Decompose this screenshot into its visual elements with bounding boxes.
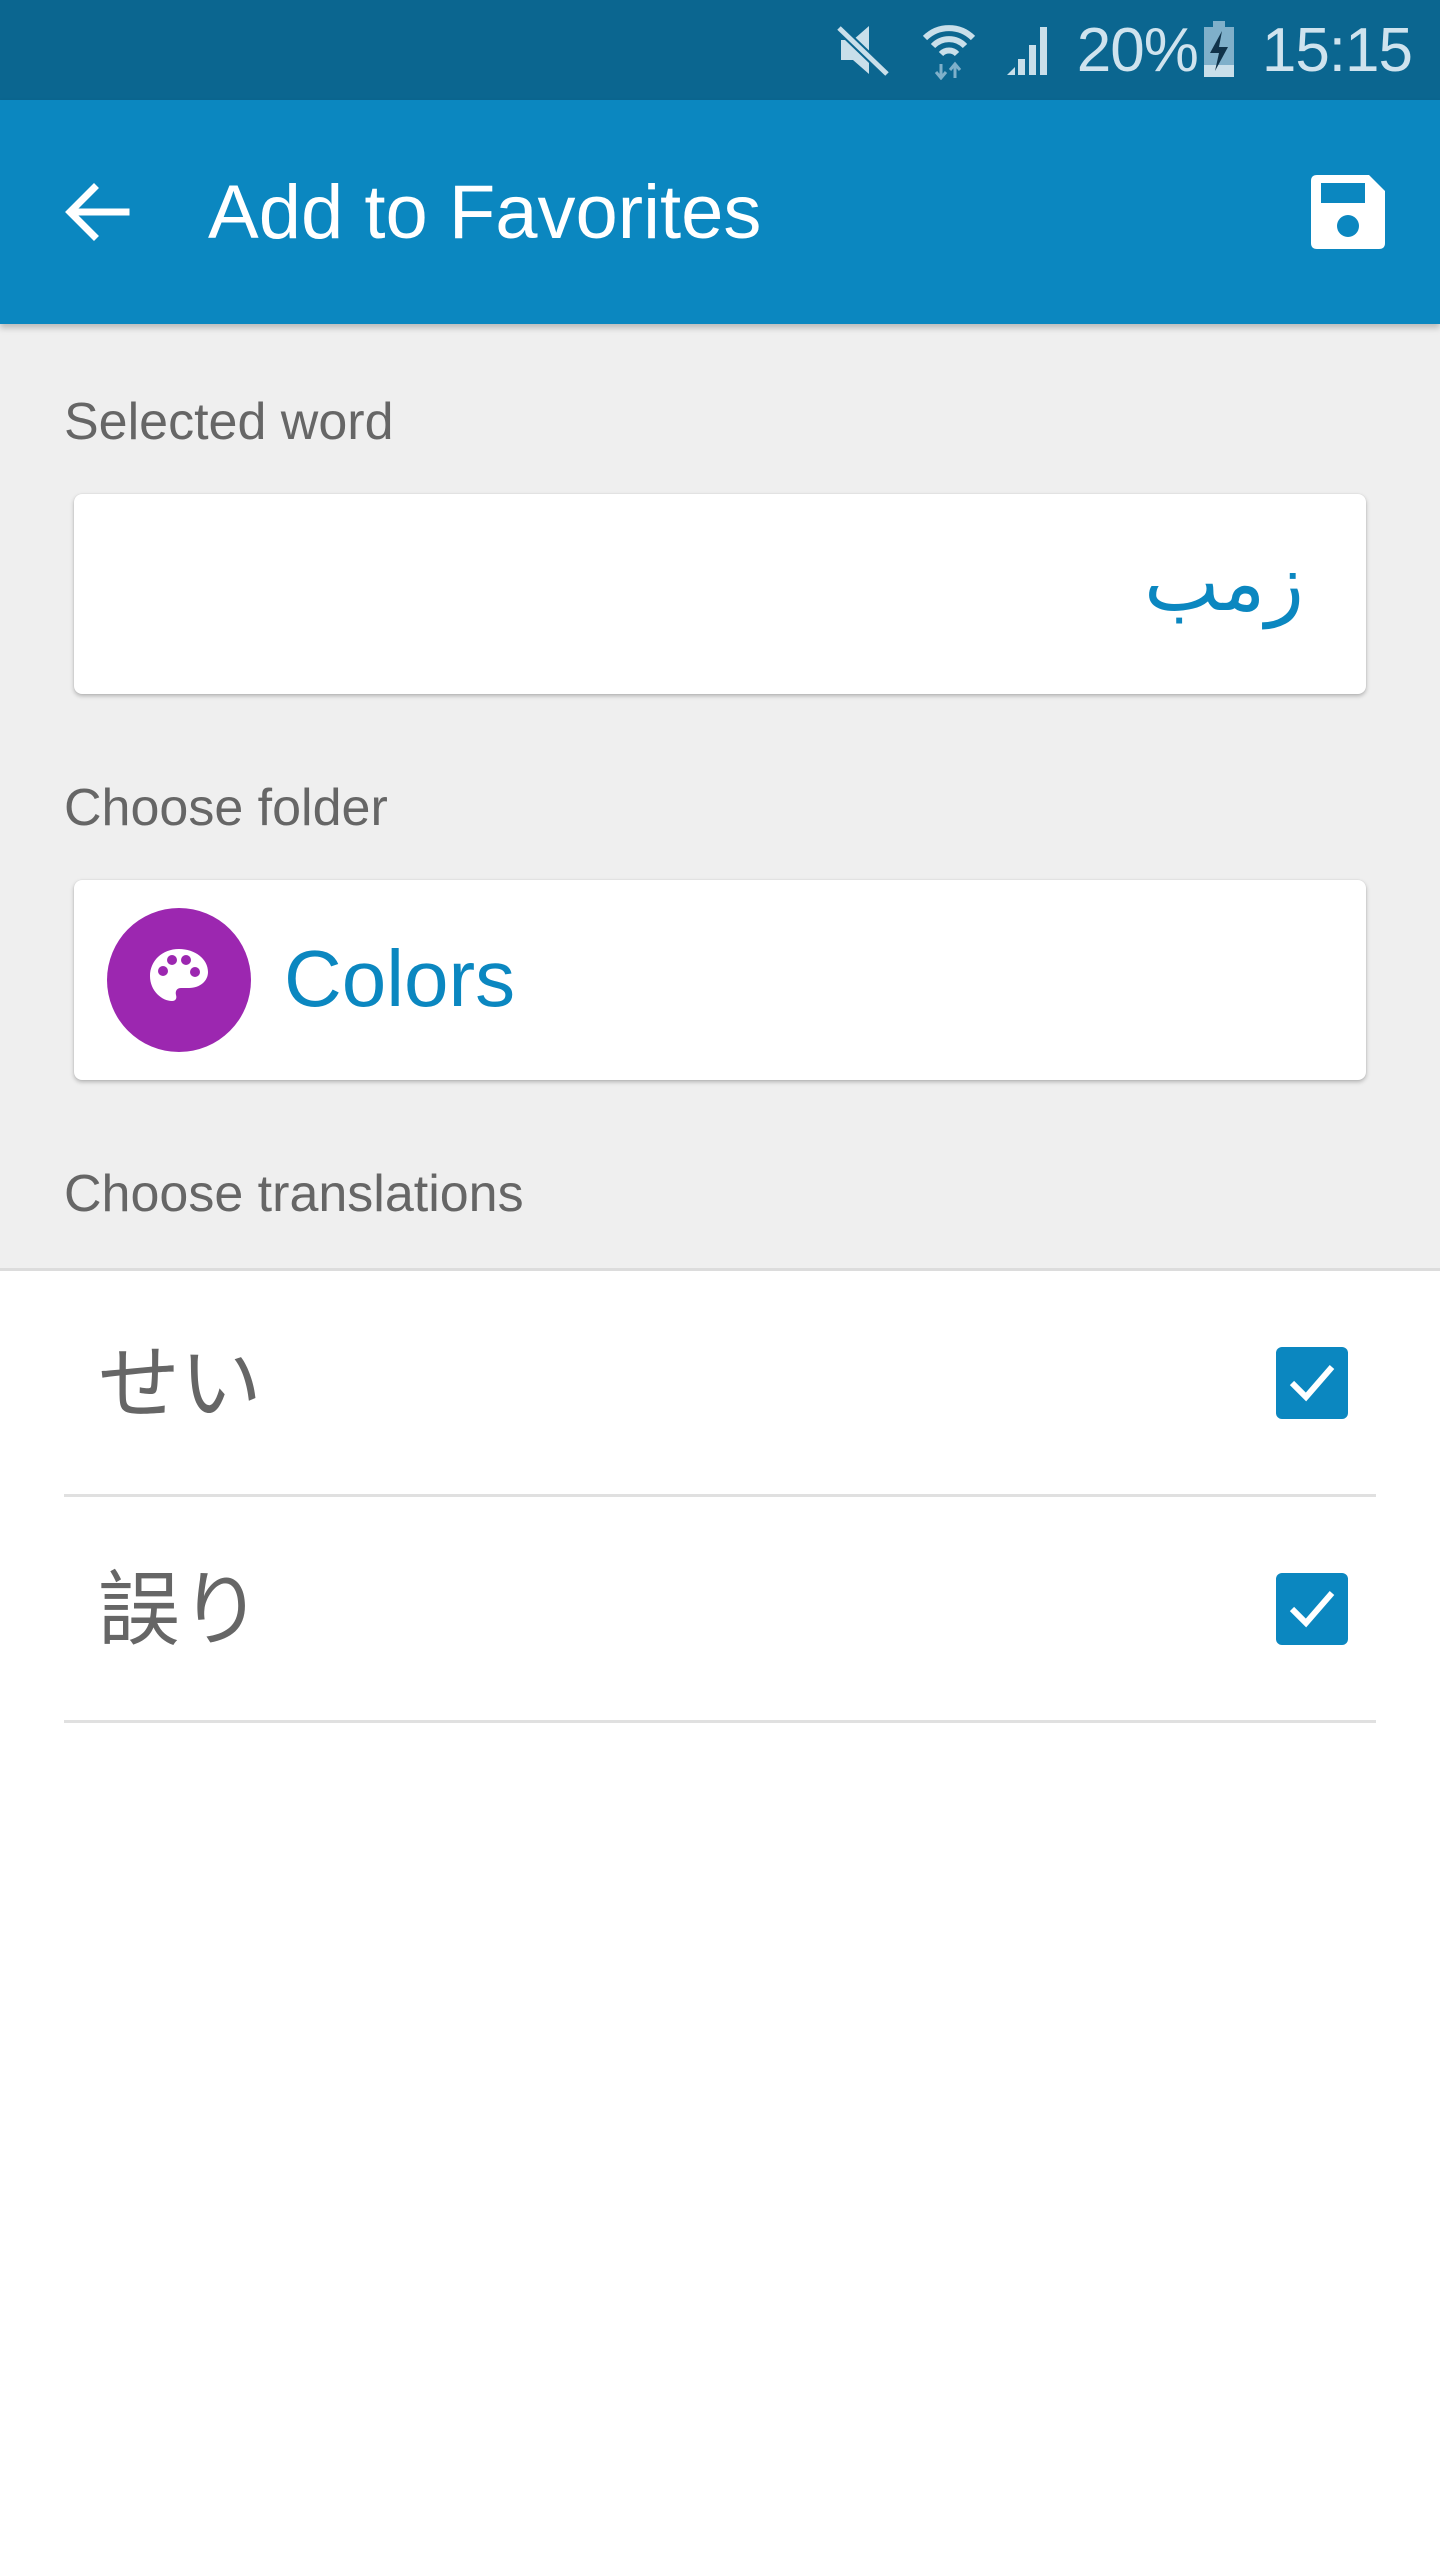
floppy-disk-icon [1311,174,1385,254]
save-button[interactable] [1306,172,1390,256]
checkmark-icon [1289,1591,1335,1628]
status-bar: 20% 15:15 [0,0,1440,100]
page-title: Add to Favorites [208,170,762,255]
translation-checkbox[interactable] [1276,1573,1348,1645]
translation-text: 誤り [98,1563,263,1658]
clock: 15:15 [1261,15,1413,85]
folder-selector[interactable]: Colors [74,880,1366,1080]
wifi-icon [921,20,977,80]
form-area: Selected word زمب Choose folder Colors C… [0,324,1440,1270]
palette-icon [146,945,212,1016]
arrow-left-icon [62,180,130,249]
app-bar: Add to Favorites [0,100,1440,324]
translation-row[interactable]: 誤り [64,1497,1376,1723]
checkmark-icon [1289,1365,1335,1402]
selected-word-value: زمب [1143,536,1304,629]
signal-icon [1005,23,1051,77]
back-button[interactable] [54,172,138,256]
translation-row[interactable]: せい [64,1271,1376,1497]
translations-list: せい 誤り [0,1271,1440,1723]
translation-checkbox[interactable] [1276,1347,1348,1419]
translation-text: せい [98,1337,263,1432]
selected-word-field[interactable]: زمب [74,494,1366,694]
mute-icon [835,22,893,78]
choose-folder-label: Choose folder [64,779,388,837]
battery-percent: 20% [1076,15,1199,85]
folder-name: Colors [284,934,516,1023]
battery-charging-icon [1203,21,1234,79]
selected-word-label: Selected word [64,393,394,451]
folder-avatar [107,908,251,1052]
choose-translations-label: Choose translations [64,1165,524,1223]
